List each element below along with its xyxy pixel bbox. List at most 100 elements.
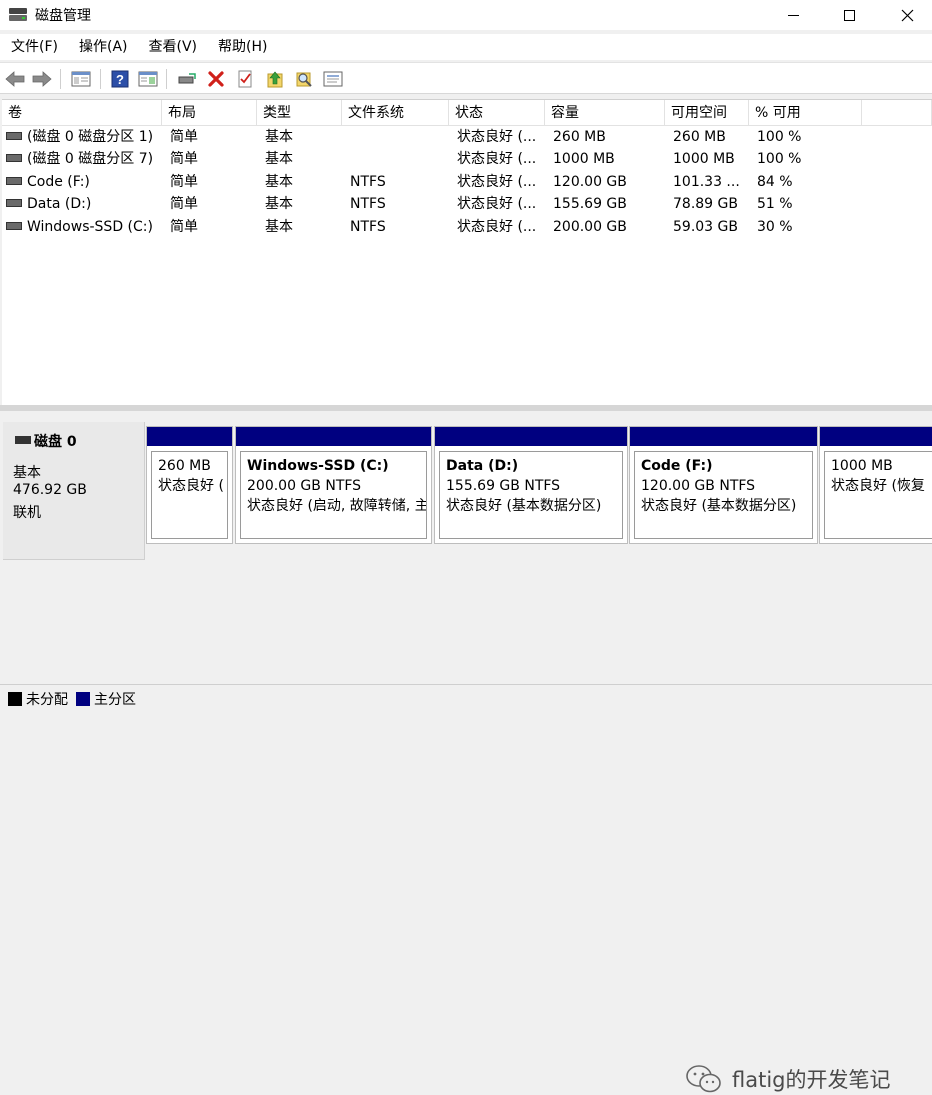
minimize-icon <box>787 14 799 16</box>
table-row[interactable]: Code (F:) 简单 基本 NTFS 状态良好 (... 120.00 GB… <box>2 171 932 193</box>
layout-cell: 简单 <box>170 219 198 235</box>
maximize-button[interactable] <box>826 0 872 30</box>
capacity-cell: 155.69 GB <box>553 196 627 212</box>
volume-icon <box>6 177 22 185</box>
type-cell: 基本 <box>265 129 293 145</box>
menu-action[interactable]: 操作(A) <box>68 34 138 60</box>
toolbar: ? <box>0 62 932 94</box>
volume-list[interactable]: 卷 布局 类型 文件系统 状态 容量 可用空间 % 可用 (磁盘 0 磁盘分区 … <box>2 99 932 405</box>
disk-0-label[interactable]: 磁盘 0 基本 476.92 GB 联机 <box>3 422 145 560</box>
status-cell: 状态良好 (... <box>457 151 537 167</box>
search-button[interactable] <box>293 68 315 90</box>
layout-cell: 简单 <box>170 151 198 167</box>
back-button[interactable] <box>4 68 26 90</box>
up-arrow-icon <box>267 71 283 88</box>
column-header-type[interactable]: 类型 <box>257 100 342 126</box>
column-header-filesystem[interactable]: 文件系统 <box>342 100 449 126</box>
menu-help[interactable]: 帮助(H) <box>207 34 277 60</box>
primary-partition-bar <box>147 427 232 446</box>
primary-partition-bar <box>236 427 431 446</box>
volume-cell: (磁盘 0 磁盘分区 1) <box>6 126 162 148</box>
column-header-layout[interactable]: 布局 <box>162 100 257 126</box>
close-button[interactable] <box>884 0 930 30</box>
column-header-capacity[interactable]: 容量 <box>545 100 665 126</box>
percent-free-cell: 30 % <box>757 219 793 235</box>
free-space-cell: 101.33 ... <box>673 174 740 190</box>
percent-free-cell: 51 % <box>757 196 793 212</box>
table-row[interactable]: Data (D:) 简单 基本 NTFS 状态良好 (... 155.69 GB… <box>2 193 932 215</box>
delete-button[interactable] <box>205 68 227 90</box>
table-row[interactable]: (磁盘 0 磁盘分区 1) 简单 基本 状态良好 (... 260 MB 260… <box>2 126 932 148</box>
disk-type: 基本 <box>13 465 41 481</box>
partition-size: 200.00 GB NTFS <box>247 478 362 494</box>
help-icon: ? <box>111 70 129 88</box>
type-cell: 基本 <box>265 219 293 235</box>
volume-icon <box>6 222 22 230</box>
status-cell: 状态良好 (... <box>457 174 537 190</box>
filesystem-cell: NTFS <box>350 174 386 190</box>
menu-file[interactable]: 文件(F) <box>0 34 68 60</box>
free-space-cell: 78.89 GB <box>673 196 738 212</box>
type-cell: 基本 <box>265 196 293 212</box>
layout-cell: 简单 <box>170 174 198 190</box>
layout-cell: 简单 <box>170 129 198 145</box>
watermark-text: flatig的开发笔记 <box>732 1068 891 1092</box>
partition-c[interactable]: Windows-SSD (C:) 200.00 GB NTFS 状态良好 (启动… <box>235 426 432 544</box>
help-button[interactable]: ? <box>109 68 131 90</box>
action-pane-button[interactable] <box>137 68 159 90</box>
table-row[interactable]: Windows-SSD (C:) 简单 基本 NTFS 状态良好 (... 20… <box>2 216 932 238</box>
partition-efi[interactable]: 260 MB 状态良好 ( <box>146 426 233 544</box>
up-button[interactable] <box>264 68 286 90</box>
type-cell: 基本 <box>265 151 293 167</box>
volume-cell: Data (D:) <box>6 193 162 215</box>
capacity-cell: 120.00 GB <box>553 174 627 190</box>
column-header-status[interactable]: 状态 <box>449 100 545 126</box>
partition-status: 状态良好 (基本数据分区) <box>446 498 602 514</box>
toolbar-separator <box>60 69 61 89</box>
minimize-button[interactable] <box>770 0 816 30</box>
volume-icon <box>6 154 22 162</box>
capacity-cell: 260 MB <box>553 129 606 145</box>
wechat-icon <box>686 1065 721 1093</box>
partition-size: 120.00 GB NTFS <box>641 478 756 494</box>
title-bar: 磁盘管理 <box>0 0 932 30</box>
properties-button[interactable] <box>322 68 344 90</box>
disk-size: 476.92 GB <box>13 482 87 498</box>
partition-f[interactable]: Code (F:) 120.00 GB NTFS 状态良好 (基本数据分区) <box>629 426 818 544</box>
column-header-percent-free[interactable]: % 可用 <box>749 100 862 126</box>
partition-recovery[interactable]: 1000 MB 状态良好 (恢复 <box>819 426 932 544</box>
partition-d[interactable]: Data (D:) 155.69 GB NTFS 状态良好 (基本数据分区) <box>434 426 628 544</box>
volume-list-header: 卷 布局 类型 文件系统 状态 容量 可用空间 % 可用 <box>2 100 932 126</box>
table-row[interactable]: (磁盘 0 磁盘分区 7) 简单 基本 状态良好 (... 1000 MB 10… <box>2 148 932 170</box>
partition-name: Data (D:) <box>446 458 519 474</box>
partition-status: 状态良好 (启动, 故障转储, 主 <box>247 498 427 514</box>
disk-map-pane: 磁盘 0 基本 476.92 GB 联机 260 MB 状态良好 ( Windo… <box>0 411 932 1093</box>
legend: 未分配 主分区 <box>0 684 932 712</box>
volume-cell: (磁盘 0 磁盘分区 7) <box>6 148 162 170</box>
show-console-tree-button[interactable] <box>70 68 92 90</box>
layout-cell: 简单 <box>170 196 198 212</box>
filesystem-cell <box>350 148 447 170</box>
partition-name: Windows-SSD (C:) <box>247 458 389 474</box>
column-header-blank <box>862 100 932 126</box>
check-button[interactable] <box>234 68 256 90</box>
capacity-cell: 1000 MB <box>553 151 615 167</box>
volume-icon <box>6 132 22 140</box>
primary-partition-bar <box>820 427 932 446</box>
svg-text:?: ? <box>116 72 124 87</box>
column-header-free-space[interactable]: 可用空间 <box>665 100 749 126</box>
partition-name: Code (F:) <box>641 458 713 474</box>
partition-size: 260 MB <box>158 458 211 474</box>
percent-free-cell: 84 % <box>757 174 793 190</box>
legend-unallocated: 未分配 <box>26 691 68 708</box>
status-cell: 状态良好 (... <box>457 129 537 145</box>
column-header-volume[interactable]: 卷 <box>2 100 162 126</box>
close-icon <box>901 9 913 21</box>
forward-button[interactable] <box>31 68 53 90</box>
primary-partition-swatch <box>76 691 90 706</box>
check-icon <box>238 70 252 88</box>
partition-status: 状态良好 (恢复 <box>831 478 925 494</box>
free-space-cell: 1000 MB <box>673 151 735 167</box>
menu-view[interactable]: 查看(V) <box>138 34 208 60</box>
connect-disk-button[interactable] <box>176 68 198 90</box>
